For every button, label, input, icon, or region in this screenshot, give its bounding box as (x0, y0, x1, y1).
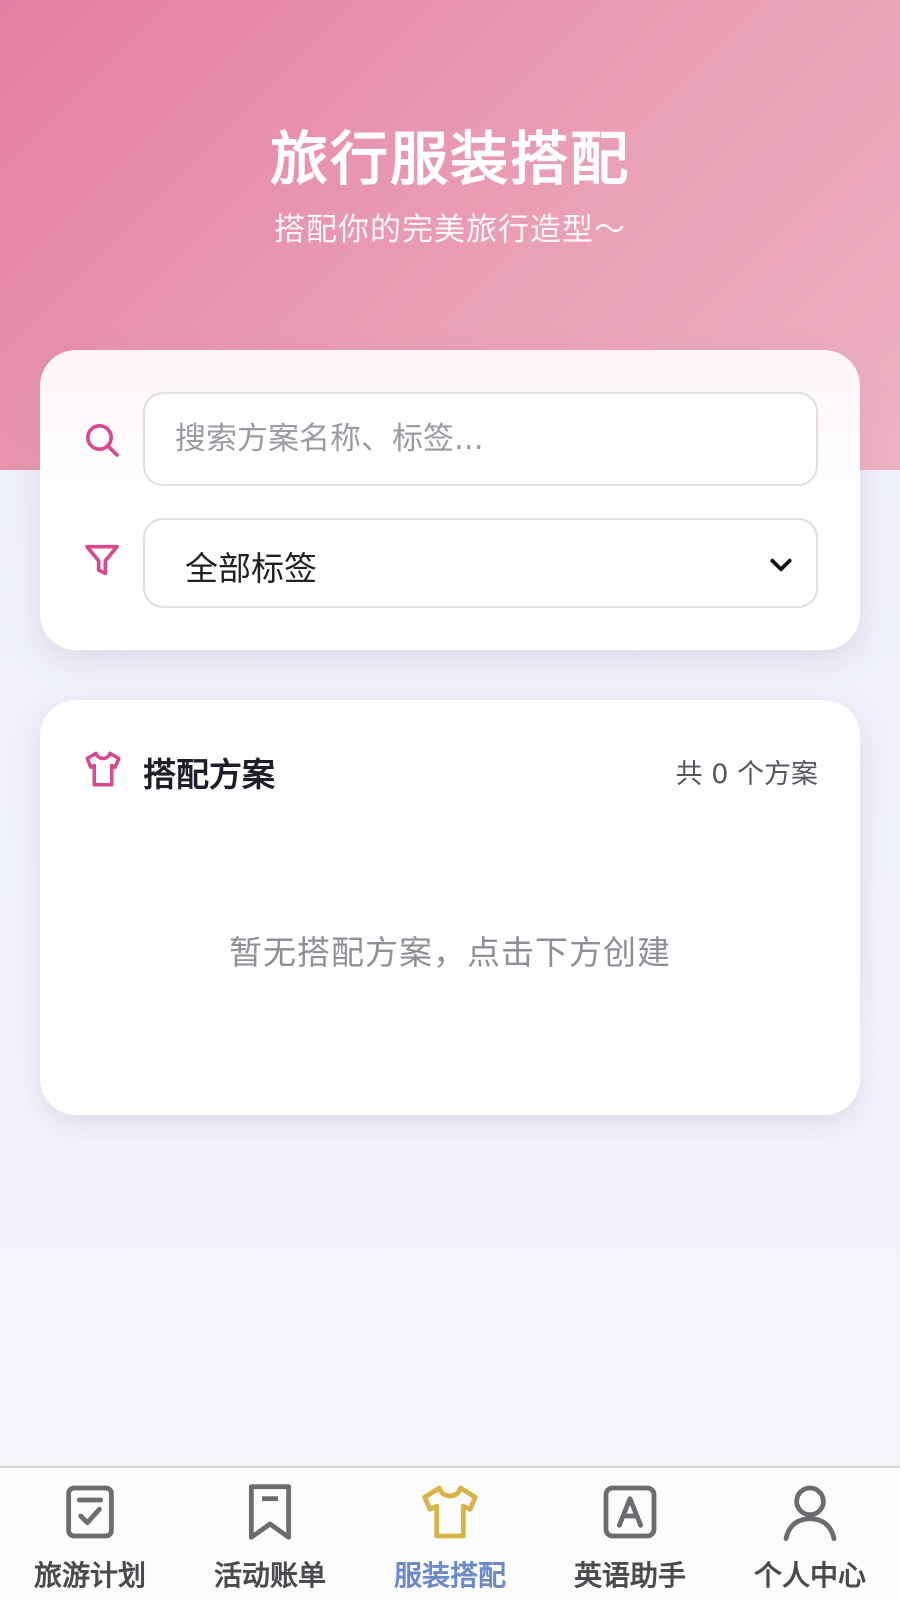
tab-label: 个人中心 (753, 1559, 866, 1592)
plans-title: 搭配方案 (143, 755, 275, 794)
tab-profile[interactable]: 个人中心 (720, 1468, 900, 1600)
plans-count: 共 0 个方案 (675, 759, 818, 790)
bookmark-icon (248, 1484, 292, 1540)
tab-outfit[interactable]: 服装搭配 (360, 1468, 540, 1600)
tag-select[interactable]: 全部标签 (143, 518, 818, 608)
bottom-tab-bar: 旅游计划 活动账单 服装搭配 英语助手 个人中心 (0, 1466, 900, 1600)
plans-card: 搭配方案 共 0 个方案 暂无搭配方案，点击下方创建 (40, 700, 860, 1115)
filter-card: 全部标签 (40, 350, 860, 650)
tab-activity-bill[interactable]: 活动账单 (180, 1468, 360, 1600)
tab-label: 服装搭配 (393, 1559, 506, 1592)
tab-travel-plan[interactable]: 旅游计划 (0, 1468, 180, 1600)
letter-a-icon (603, 1485, 657, 1539)
search-icon (86, 424, 119, 457)
page-subtitle: 搭配你的完美旅行造型～ (274, 212, 626, 248)
search-input[interactable] (143, 392, 818, 486)
user-icon (783, 1485, 837, 1542)
empty-state-text: 暂无搭配方案，点击下方创建 (229, 933, 671, 972)
funnel-icon (85, 544, 119, 576)
tab-label: 英语助手 (573, 1559, 686, 1592)
checklist-icon (66, 1485, 114, 1539)
shirt-icon (85, 751, 121, 787)
chevron-down-icon (770, 558, 792, 572)
tab-english-helper[interactable]: 英语助手 (540, 1468, 720, 1600)
tab-label: 活动账单 (213, 1559, 326, 1592)
page-title: 旅行服装搭配 (269, 125, 630, 193)
tag-select-value: 全部标签 (185, 549, 317, 588)
tab-label: 旅游计划 (33, 1559, 146, 1592)
shirt-icon (422, 1485, 478, 1539)
